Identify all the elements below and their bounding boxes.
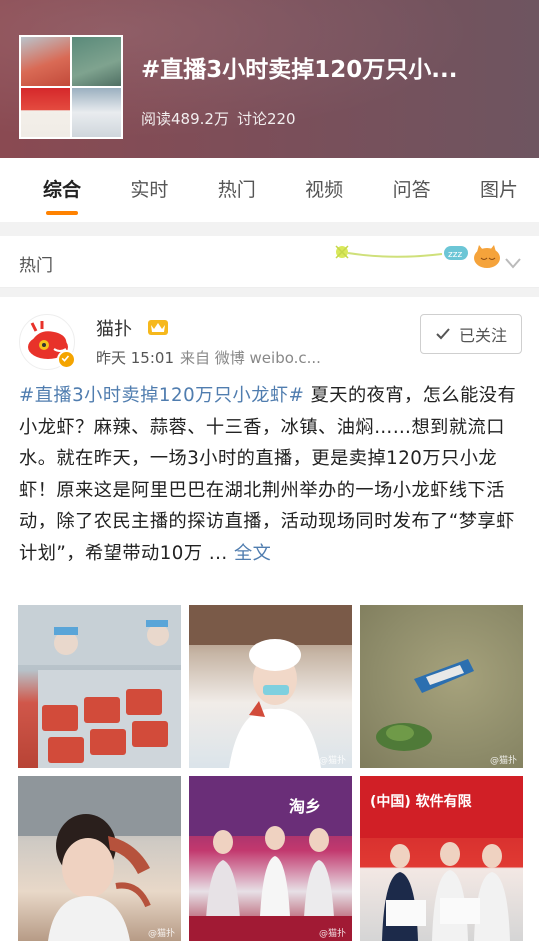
tab-realtime[interactable]: 实时: [130, 158, 168, 222]
tab-images[interactable]: 图片: [480, 158, 518, 222]
hot-section-bar: 热门 zzz: [0, 236, 539, 288]
post-time: 昨天 15:01: [96, 349, 174, 367]
topic-header: #直播3小时卖掉120万只小... 阅读489.2万 讨论220: [0, 0, 539, 158]
banner-text: 淘乡: [289, 797, 321, 816]
follow-button[interactable]: 已关注: [420, 314, 522, 354]
vip-crown-icon: [148, 320, 168, 335]
post-body: 夏天的夜宵，怎么能没有小龙虾？麻辣、蒜蓉、十三香，冰镇、油焖……想到就流口水。就…: [19, 385, 517, 564]
post-photo[interactable]: @猫扑: [18, 776, 181, 941]
weibo-post-card: 猫扑 昨天 15:01 来自 微博 weibo.c... 已关注 #直播3小时卖…: [0, 297, 539, 945]
post-meta: 昨天 15:01 来自 微博 weibo.c...: [96, 347, 321, 368]
thumbnail-photo: [72, 88, 121, 137]
check-icon: [436, 328, 450, 340]
post-source: 来自 微博 weibo.c...: [180, 349, 321, 367]
svg-text:zzz: zzz: [448, 250, 462, 260]
photo-watermark: @猫扑: [147, 929, 175, 939]
post-photo[interactable]: (中国) 软件有限: [360, 776, 523, 941]
photo-watermark: @猫扑: [489, 756, 517, 766]
banner-text: (中国) 软件有限: [370, 793, 472, 810]
tab-qa[interactable]: 问答: [393, 158, 431, 222]
chevron-down-icon[interactable]: [504, 256, 522, 270]
sleeping-cat-decoration-icon: zzz: [335, 245, 500, 268]
topic-hashtag-link[interactable]: #直播3小时卖掉120万只小龙虾#: [19, 385, 304, 406]
post-photo[interactable]: 淘乡 @猫扑: [189, 776, 352, 941]
discussion-count: 讨论220: [236, 110, 296, 128]
tab-bar: 综合 实时 热门 视频 问答 图片: [0, 158, 539, 222]
post-photo[interactable]: @猫扑: [189, 605, 352, 768]
tab-hot[interactable]: 热门: [218, 158, 256, 222]
photo-grid: @猫扑 @猫扑 @猫扑 淘乡 @猫扑 (中国) 软件有限: [18, 605, 523, 941]
post-photo[interactable]: @猫扑: [360, 605, 523, 768]
photo-watermark: @猫扑: [318, 756, 346, 766]
topic-stats: 阅读489.2万 讨论220: [141, 108, 296, 129]
thumbnail-photo: [72, 37, 121, 86]
post-photo[interactable]: [18, 605, 181, 768]
topic-thumbnail: [19, 35, 123, 139]
tab-video[interactable]: 视频: [305, 158, 343, 222]
photo-watermark: @猫扑: [318, 929, 346, 939]
read-count: 阅读489.2万: [141, 110, 229, 128]
post-text: #直播3小时卖掉120万只小龙虾# 夏天的夜宵，怎么能没有小龙虾？麻辣、蒜蓉、十…: [19, 380, 523, 569]
tab-comprehensive[interactable]: 综合: [43, 158, 81, 222]
full-text-link[interactable]: 全文: [234, 543, 271, 564]
topic-title: #直播3小时卖掉120万只小...: [141, 57, 458, 83]
username[interactable]: 猫扑: [96, 315, 132, 341]
thumbnail-photo: [21, 88, 70, 137]
hot-section-label: 热门: [19, 256, 53, 276]
thumbnail-photo: [21, 37, 70, 86]
verified-badge-icon: [57, 350, 76, 369]
follow-button-label: 已关注: [458, 326, 507, 345]
